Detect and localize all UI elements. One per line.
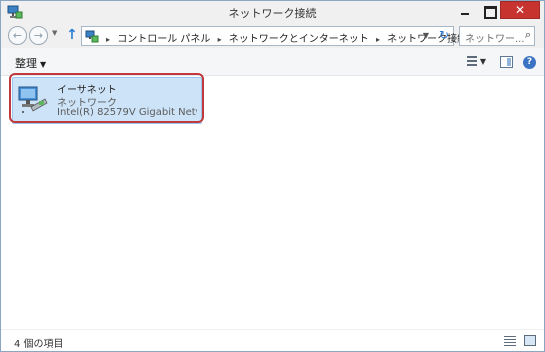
up-arrow-icon[interactable]: ↑ [64, 27, 80, 43]
search-icon[interactable]: ⌕ [525, 28, 531, 42]
breadcrumb-control-panel[interactable]: コントロール パネル [117, 34, 210, 45]
chevron-down-icon: ▼ [40, 60, 47, 69]
close-button[interactable]: ✕ [500, 1, 540, 19]
status-bar: 4 個の項目 [1, 329, 544, 351]
close-icon: ✕ [514, 3, 526, 17]
command-bar: 整理 ▼ ▼ ? [1, 48, 544, 76]
breadcrumb-separator-icon: ▸ [375, 35, 380, 44]
recent-locations-dropdown-icon[interactable]: ▼ [52, 29, 57, 37]
details-view-icon[interactable] [504, 335, 516, 346]
refresh-icon[interactable]: ↻ [439, 28, 449, 42]
chevron-down-icon[interactable]: ▼ [480, 57, 486, 66]
help-icon[interactable]: ? [523, 55, 536, 69]
breadcrumb-separator-icon: ▸ [106, 35, 111, 44]
address-dropdown-icon[interactable]: ▼ [423, 31, 429, 40]
organize-button[interactable]: 整理 ▼ [15, 55, 46, 71]
search-placeholder: ネットワー... [465, 34, 525, 45]
address-bar[interactable]: ▸ コントロール パネル ▸ ネットワークとインターネット ▸ ネットワーク接続… [81, 26, 467, 46]
status-view-switcher [496, 335, 536, 346]
back-button[interactable]: ← [8, 26, 27, 45]
view-controls: ▼ ? [456, 54, 536, 70]
network-folder-icon [85, 30, 99, 43]
change-view-icon[interactable]: ▼ [466, 54, 486, 70]
breadcrumb-separator-icon: ▸ [217, 35, 222, 44]
navigation-bar: ← → ▼ ↑ ▸ コントロール パネル ▸ ネットワークとインターネット ▸ … [1, 23, 544, 48]
forward-button[interactable]: → [29, 26, 48, 45]
breadcrumb-network-internet[interactable]: ネットワークとインターネット [229, 34, 369, 45]
title-bar: ネットワーク接続 ✕ [1, 1, 544, 23]
large-icons-view-icon[interactable] [524, 335, 536, 346]
search-input[interactable]: ネットワー... ⌕ [459, 26, 535, 46]
minimize-button[interactable] [452, 1, 476, 19]
breadcrumb: ▸ コントロール パネル ▸ ネットワークとインターネット ▸ ネットワーク接続 [102, 30, 467, 45]
window-controls: ✕ [452, 1, 540, 21]
organize-label: 整理 [15, 57, 37, 70]
item-count: 4 個の項目 [14, 339, 64, 350]
preview-pane-icon[interactable] [500, 56, 513, 68]
maximize-button[interactable] [476, 1, 500, 19]
selection-highlight [9, 73, 204, 123]
explorer-window: ネットワーク接続 ✕ ← → ▼ ↑ ▸ コントロール パネル ▸ ネットワーク… [0, 0, 545, 352]
